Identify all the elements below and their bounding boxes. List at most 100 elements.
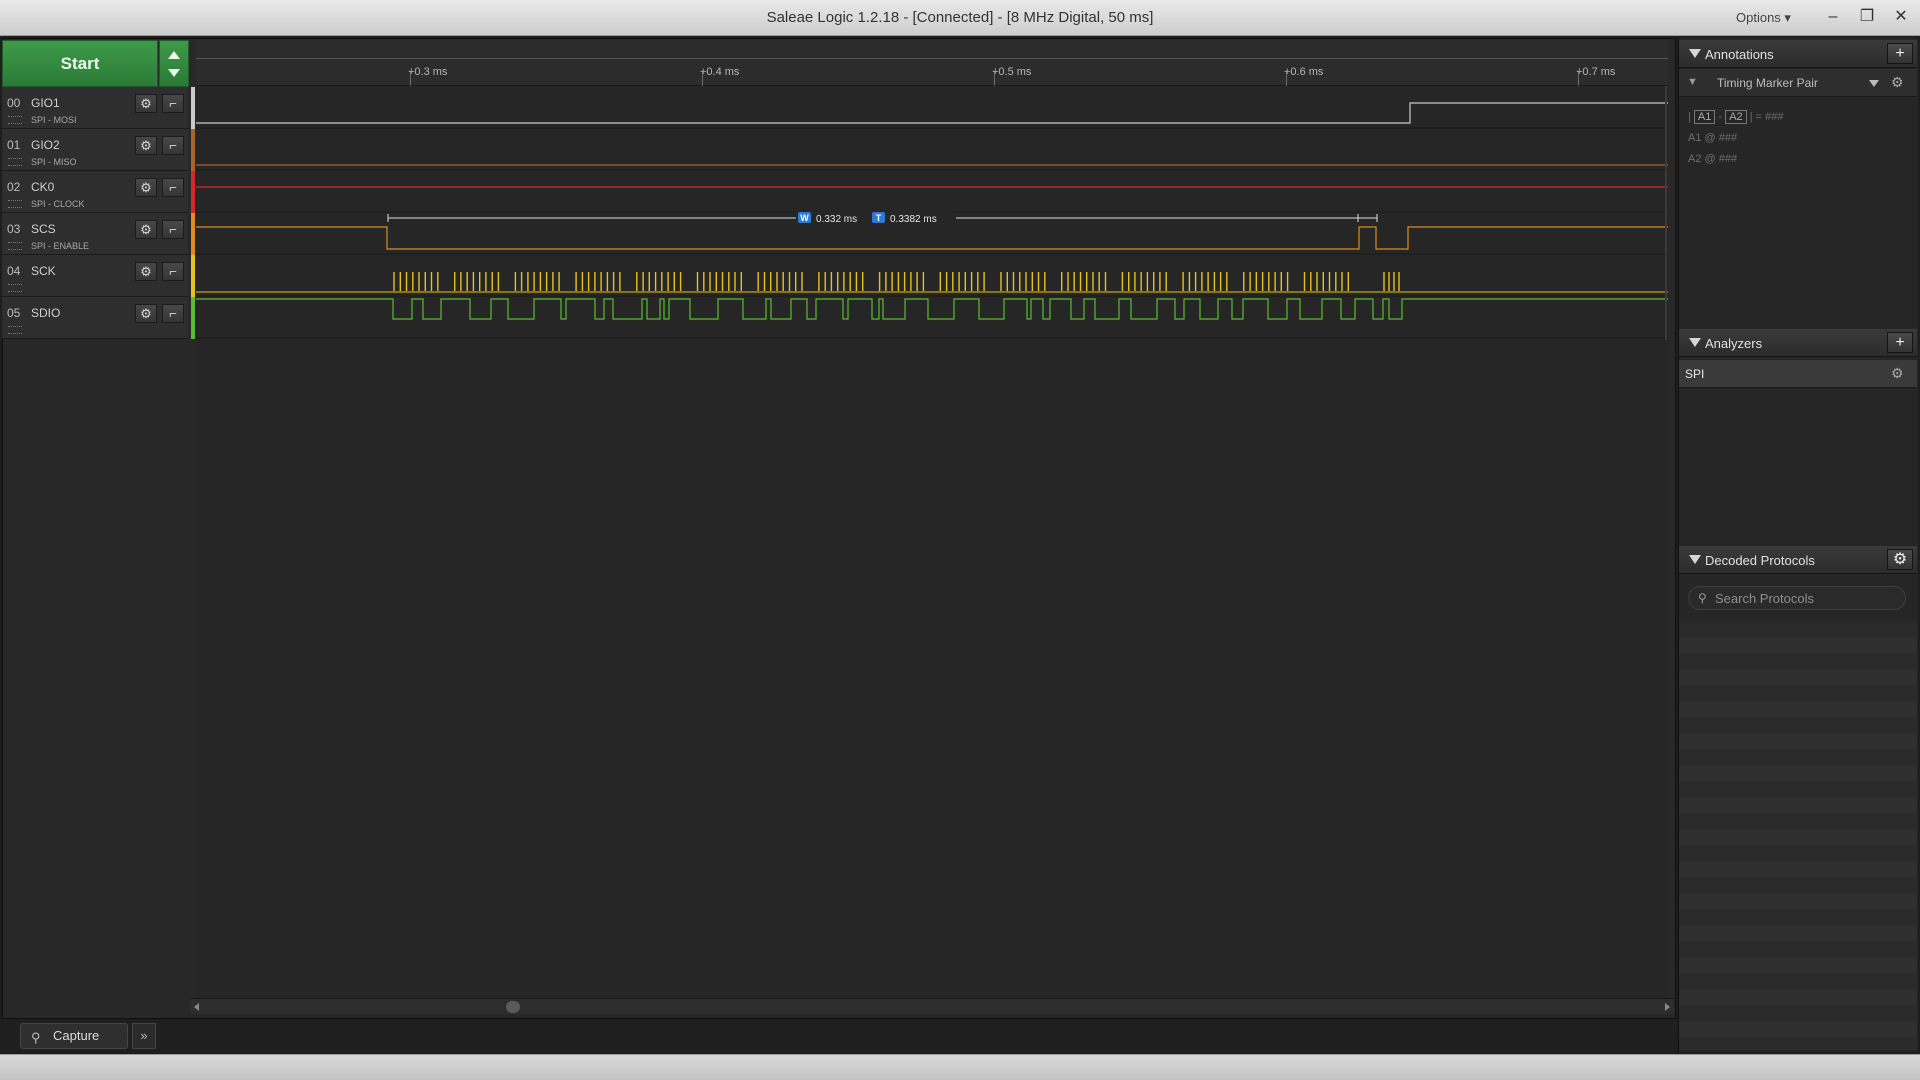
scroll-left-icon[interactable] <box>194 1003 199 1011</box>
channel-row-gio1[interactable]: 00 GIO1 SPI - MOSI ⚙ ⌐ <box>2 87 195 129</box>
channel-number: 00 <box>7 96 21 110</box>
marker-a1-button[interactable]: A1 <box>1693 110 1716 124</box>
dropdown-arrow-icon[interactable] <box>1869 80 1879 87</box>
channel-subtitle: SPI - CLOCK <box>31 199 85 209</box>
bottom-bar: ⚲ Capture » <box>2 1018 1676 1052</box>
scroll-thumb[interactable] <box>506 1001 520 1013</box>
marker-a2-button[interactable]: A2 <box>1725 110 1747 124</box>
horizontal-scrollbar[interactable] <box>190 998 1674 1014</box>
channel-color-bar <box>191 297 195 339</box>
gear-icon[interactable]: ⚙ <box>1891 74 1904 91</box>
close-icon[interactable]: ✕ <box>1886 4 1916 30</box>
analyzers-title: Analyzers <box>1705 336 1763 351</box>
trigger-icon: ⌐ <box>169 222 177 237</box>
drag-handle-icon[interactable] <box>8 326 22 334</box>
gear-icon: ⚙ <box>140 222 152 237</box>
channel-name[interactable]: SCS <box>31 222 56 236</box>
gear-icon: ⚙ <box>140 264 152 279</box>
width-badge: W <box>800 213 809 223</box>
channel-number: 01 <box>7 138 21 152</box>
channel-number: 05 <box>7 306 21 320</box>
channel-row-gio2[interactable]: 01 GIO2 SPI - MISO ⚙ ⌐ <box>2 129 195 171</box>
add-analyzer-button[interactable]: + <box>1887 332 1913 353</box>
tab-capture[interactable]: ⚲ Capture <box>20 1023 128 1049</box>
trigger-icon: ⌐ <box>169 180 177 195</box>
channel-settings-button[interactable]: ⚙ <box>135 262 157 281</box>
channel-number: 03 <box>7 222 21 236</box>
ruler-tick: +0.5 ms <box>992 66 1032 78</box>
drag-handle-icon[interactable] <box>8 158 22 166</box>
channel-subtitle: SPI - ENABLE <box>31 241 90 251</box>
channel-settings-button[interactable]: ⚙ <box>135 220 157 239</box>
channel-trigger-button[interactable]: ⌐ <box>162 220 184 239</box>
tab-more[interactable]: » <box>132 1023 156 1049</box>
channel-settings-button[interactable]: ⚙ <box>135 178 157 197</box>
channel-settings-button[interactable]: ⚙ <box>135 94 157 113</box>
channel-name[interactable]: GIO1 <box>31 96 60 110</box>
channel-name[interactable]: CK0 <box>31 180 54 194</box>
waveform-display[interactable]: W 0.332 ms T 0.3382 ms <box>196 86 1668 340</box>
channel-trigger-button[interactable]: ⌐ <box>162 136 184 155</box>
drag-handle-icon[interactable] <box>8 200 22 208</box>
period-value: 0.3382 ms <box>890 214 937 225</box>
channel-color-bar <box>191 171 195 213</box>
channel-row-sdio[interactable]: 05 SDIO ⚙ ⌐ <box>2 297 195 339</box>
decoded-protocols-list[interactable] <box>1679 622 1917 1050</box>
time-ruler[interactable]: +0.3 ms +0.4 ms +0.5 ms +0.6 ms +0.7 ms <box>196 40 1668 86</box>
marker-a1-value: A1 @ ### <box>1688 132 1738 144</box>
annotations-title: Annotations <box>1705 47 1774 62</box>
analyzers-header[interactable]: Analyzers + <box>1679 329 1917 357</box>
trigger-icon: ⌐ <box>169 264 177 279</box>
decoded-protocols-header[interactable]: Decoded Protocols ⚙ <box>1679 546 1917 574</box>
add-annotation-button[interactable]: + <box>1887 43 1913 64</box>
annotations-header[interactable]: Annotations + <box>1679 40 1917 68</box>
tab-capture-label: Capture <box>53 1028 100 1043</box>
channel-trigger-button[interactable]: ⌐ <box>162 304 184 323</box>
channel-trigger-button[interactable]: ⌐ <box>162 262 184 281</box>
ruler-tick: +0.7 ms <box>1576 66 1616 78</box>
minimize-icon[interactable]: – <box>1818 4 1848 30</box>
marker-a2-value: A2 @ ### <box>1688 153 1738 165</box>
channel-name[interactable]: GIO2 <box>31 138 60 152</box>
channel-number: 02 <box>7 180 21 194</box>
chevron-down-icon <box>168 69 180 77</box>
collapse-triangle-icon[interactable] <box>1689 49 1701 58</box>
analyzer-item-label: SPI <box>1685 367 1705 381</box>
wave-sck <box>393 272 1400 291</box>
channel-trigger-button[interactable]: ⌐ <box>162 178 184 197</box>
collapse-triangle-icon[interactable] <box>1689 338 1701 347</box>
channel-subtitle: SPI - MISO <box>31 157 77 167</box>
options-menu[interactable]: Options ▾ <box>1736 10 1791 26</box>
channel-number: 04 <box>7 264 21 278</box>
channel-name[interactable]: SCK <box>31 264 56 278</box>
restore-icon[interactable]: ❐ <box>1852 4 1882 30</box>
channel-trigger-button[interactable]: ⌐ <box>162 94 184 113</box>
channel-row-scs[interactable]: 03 SCS SPI - ENABLE ⚙ ⌐ <box>2 213 195 255</box>
marker-pin-icon: ▼ <box>1687 76 1698 88</box>
gear-icon: ⚙ <box>140 306 152 321</box>
collapse-triangle-icon[interactable] <box>1689 555 1701 564</box>
start-button[interactable]: Start <box>2 40 158 87</box>
scroll-right-icon[interactable] <box>1665 1003 1670 1011</box>
search-protocols-input[interactable] <box>1715 589 1901 607</box>
channel-settings-button[interactable]: ⚙ <box>135 136 157 155</box>
decoded-settings-button[interactable]: ⚙ <box>1887 549 1913 570</box>
channel-name[interactable]: SDIO <box>31 306 60 320</box>
timing-marker-pair-row[interactable]: ▼ Timing Marker Pair ⚙ <box>1679 69 1917 97</box>
drag-handle-icon[interactable] <box>8 116 22 124</box>
channel-row-ck0[interactable]: 02 CK0 SPI - CLOCK ⚙ ⌐ <box>2 171 195 213</box>
start-options-button[interactable] <box>159 40 189 87</box>
channel-row-sck[interactable]: 04 SCK ⚙ ⌐ <box>2 255 195 297</box>
channel-separators <box>196 127 1668 339</box>
channel-settings-button[interactable]: ⚙ <box>135 304 157 323</box>
analyzer-item-spi[interactable]: SPI ⚙ <box>1679 360 1917 388</box>
ruler-tick: +0.3 ms <box>408 66 448 78</box>
capture-search-icon: ⚲ <box>31 1030 41 1045</box>
title-bar: Saleae Logic 1.2.18 - [Connected] - [8 M… <box>0 0 1920 36</box>
status-bar <box>0 1054 1920 1080</box>
gear-icon[interactable]: ⚙ <box>1891 365 1904 382</box>
drag-handle-icon[interactable] <box>8 242 22 250</box>
drag-handle-icon[interactable] <box>8 284 22 292</box>
search-protocols-box[interactable]: ⚲ <box>1688 586 1906 610</box>
gear-icon: ⚙ <box>140 180 152 195</box>
